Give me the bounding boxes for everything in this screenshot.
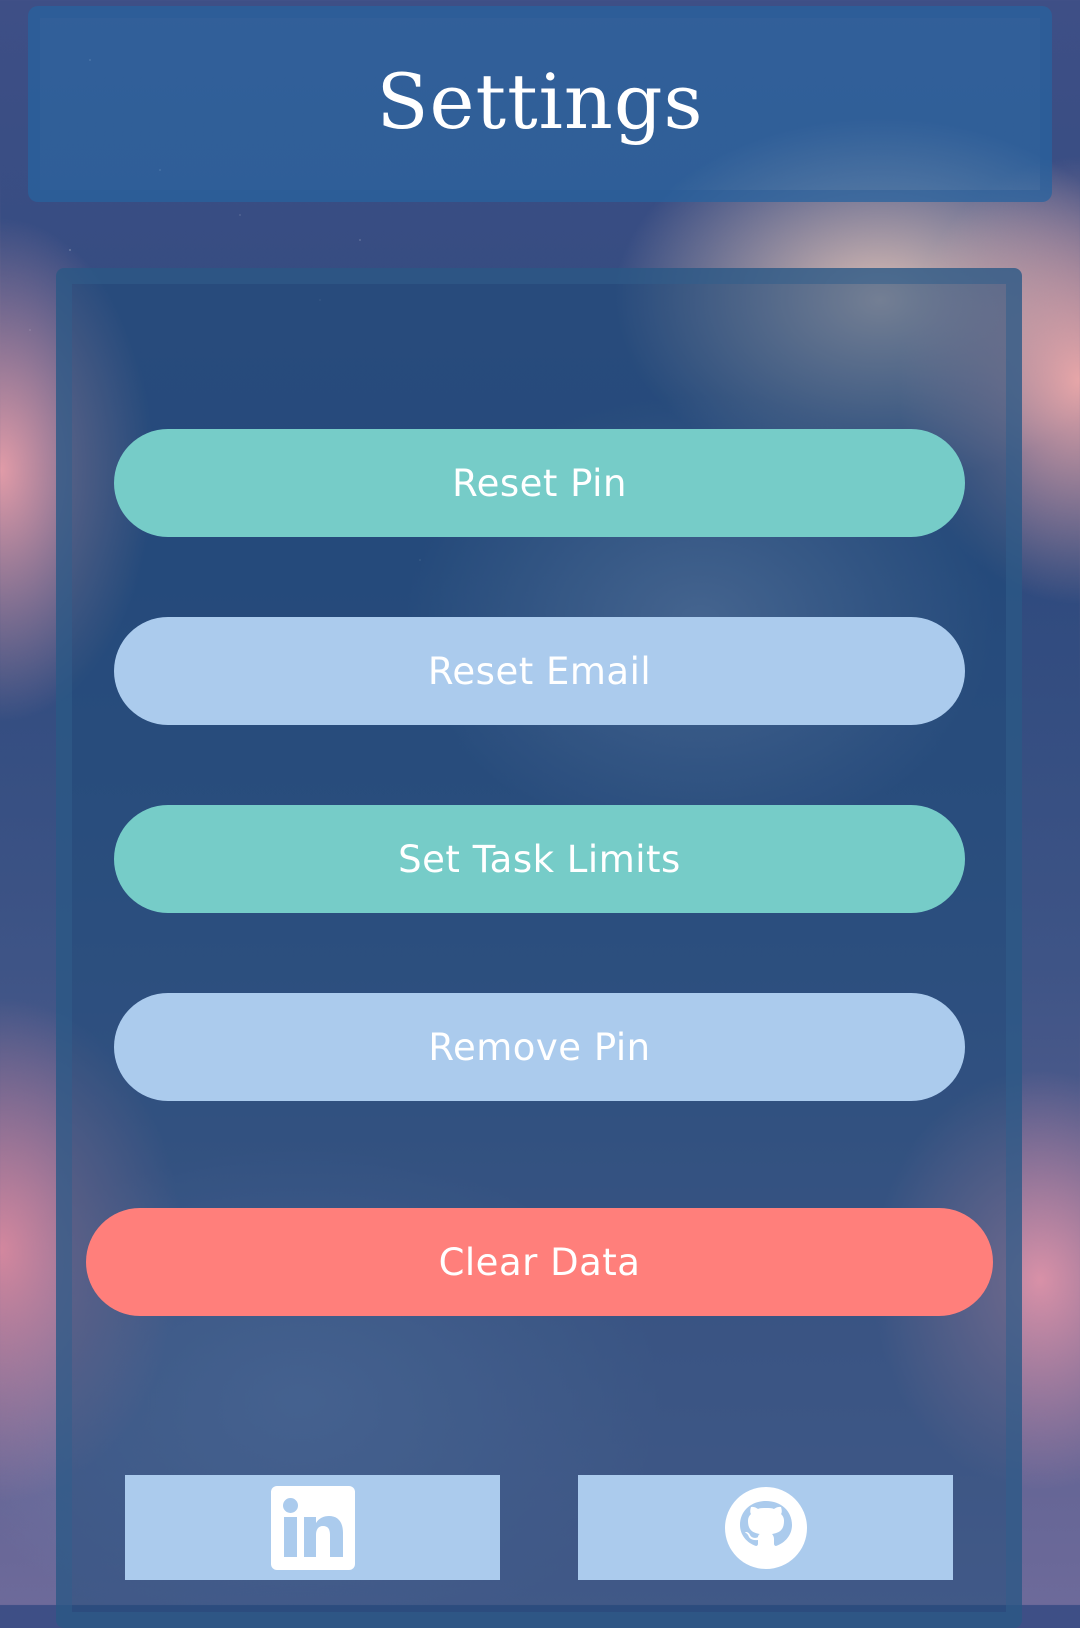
linkedin-link[interactable]: [125, 1475, 500, 1580]
set-task-limits-button[interactable]: Set Task Limits: [114, 805, 965, 913]
reset-email-button[interactable]: Reset Email: [114, 617, 965, 725]
clear-data-button[interactable]: Clear Data: [86, 1208, 993, 1316]
github-icon: [724, 1486, 807, 1569]
header-bar: Settings: [28, 6, 1052, 202]
page-title: Settings: [376, 56, 704, 146]
remove-pin-button[interactable]: Remove Pin: [114, 993, 965, 1101]
reset-pin-button[interactable]: Reset Pin: [114, 429, 965, 537]
github-link[interactable]: [578, 1475, 953, 1580]
linkedin-icon: [270, 1485, 355, 1570]
